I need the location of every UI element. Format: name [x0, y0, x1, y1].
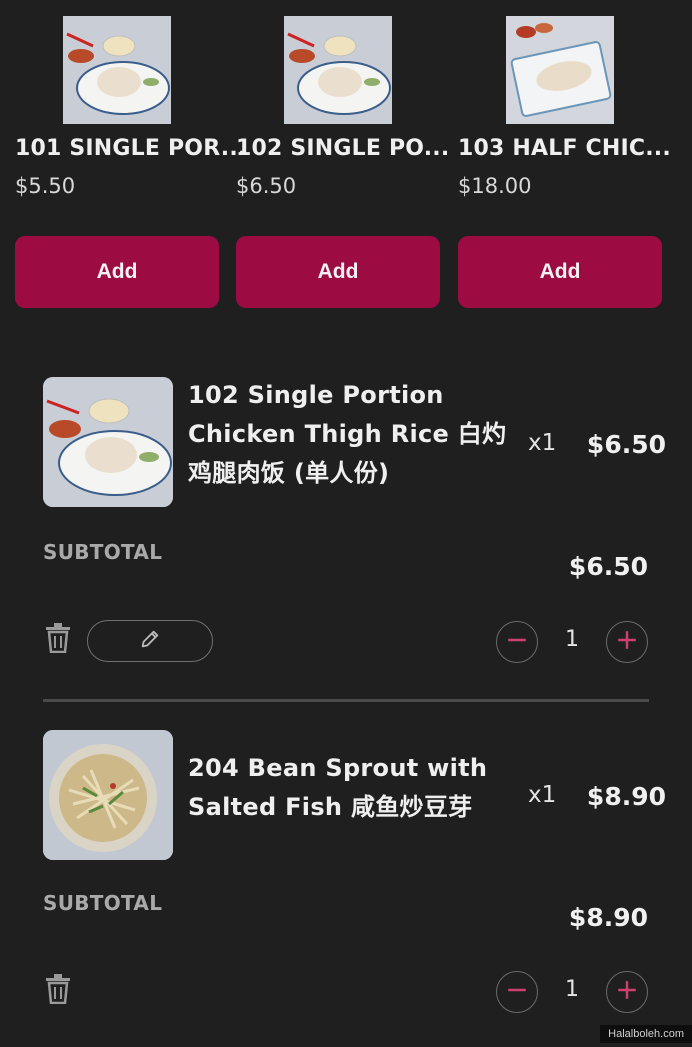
- plus-icon: [616, 629, 638, 655]
- trash-icon[interactable]: [44, 974, 72, 1005]
- cart-item-price: $8.90: [586, 782, 666, 811]
- watermark: Halalboleh.com: [600, 1025, 692, 1043]
- subtotal-value: $6.50: [568, 552, 648, 581]
- subtotal-label: SUBTOTAL: [43, 891, 163, 915]
- food-image[interactable]: [506, 16, 614, 124]
- subtotal-value: $8.90: [568, 903, 648, 932]
- add-button[interactable]: Add: [15, 236, 219, 308]
- cart-item-image: [43, 377, 173, 507]
- item-name: 102 SINGLE PO...: [236, 136, 450, 161]
- divider: [43, 699, 649, 702]
- decrease-quantity-button[interactable]: [496, 621, 538, 663]
- food-image[interactable]: [284, 16, 392, 124]
- pencil-icon: [139, 628, 161, 654]
- cart-item-name: 102 Single Portion Chicken Thigh Rice 白灼…: [188, 381, 507, 487]
- item-name: 101 SINGLE POR...: [15, 136, 247, 161]
- subtotal-label: SUBTOTAL: [43, 540, 163, 564]
- increase-quantity-button[interactable]: [606, 621, 648, 663]
- add-button[interactable]: Add: [236, 236, 440, 308]
- cart-item-quantity-label: x1: [528, 430, 557, 456]
- item-price: $6.50: [236, 174, 297, 198]
- plus-icon: [616, 979, 638, 1005]
- minus-icon: [506, 979, 528, 1005]
- decrease-quantity-button[interactable]: [496, 971, 538, 1013]
- minus-icon: [506, 629, 528, 655]
- edit-button[interactable]: [87, 620, 213, 662]
- quantity-value: 1: [565, 627, 579, 652]
- item-name: 103 HALF CHIC...: [458, 136, 671, 161]
- cart-item-quantity-label: x1: [528, 782, 557, 808]
- cart-item-price: $6.50: [586, 430, 666, 459]
- cart-item-image: [43, 730, 173, 860]
- item-price: $5.50: [15, 174, 76, 198]
- increase-quantity-button[interactable]: [606, 971, 648, 1013]
- trash-icon[interactable]: [44, 623, 72, 654]
- add-button[interactable]: Add: [458, 236, 662, 308]
- cart-item-name: 204 Bean Sprout with Salted Fish 咸鱼炒豆芽: [188, 754, 488, 821]
- item-price: $18.00: [458, 174, 532, 198]
- quantity-value: 1: [565, 977, 579, 1002]
- food-image[interactable]: [63, 16, 171, 124]
